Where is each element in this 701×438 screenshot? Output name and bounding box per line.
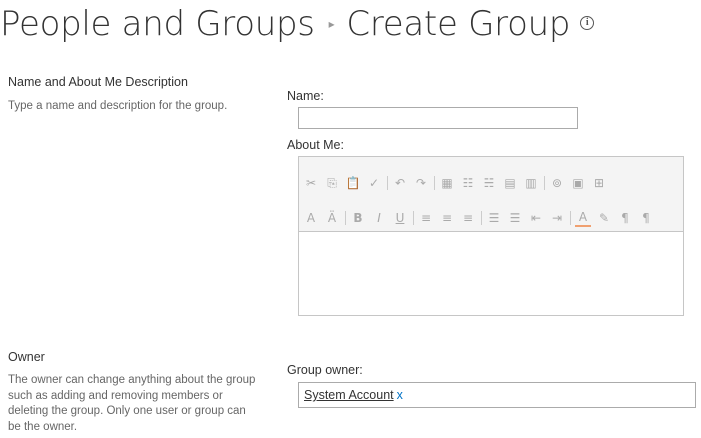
remove-owner-icon[interactable]: x [397,388,403,402]
owner-section-title: Owner [8,350,45,364]
page-title-bar: People and Groups ▸ Create Group i [0,2,595,46]
highlight-icon[interactable]: ✎ [596,210,612,226]
insert-link-icon[interactable]: ⊚ [549,175,565,191]
numbered-list-icon[interactable]: ☰ [486,210,502,226]
redo-icon[interactable]: ↷ [413,175,429,191]
text-style-icon[interactable]: Ä [324,210,340,226]
toolbar-separator [345,211,346,225]
owner-entity[interactable]: System Account [304,388,394,402]
about-me-textarea[interactable] [299,231,683,315]
undo-icon[interactable]: ↶ [392,175,408,191]
name-input[interactable] [298,107,578,129]
insert-row-icon[interactable]: ☷ [460,175,476,191]
editor-toolbar: ✂ ⎘ 📋 ✓ ↶ ↷ ▦ ☷ ☵ ▤ ▥ ⊚ ▣ ⊞ A Ä B I U ≡ ≡ ≡ ☰ ☰ ⇤ ⇥ A ✎ ¶ ¶ [299,157,683,232]
toolbar-separator [544,176,545,190]
info-icon[interactable]: i [580,15,595,30]
name-section-description: Type a name and description for the grou… [8,100,228,112]
copy-icon[interactable]: ⎘ [324,175,340,191]
align-center-icon[interactable]: ≡ [439,210,455,226]
text-color-icon[interactable]: A [575,209,591,227]
rtl-icon[interactable]: ¶ [638,210,654,226]
breadcrumb-separator-icon: ▸ [328,16,335,31]
toolbar-separator [413,211,414,225]
toolbar-separator [570,211,571,225]
owner-section-description: The owner can change anything about the … [8,374,256,433]
toolbar-separator [481,211,482,225]
bullet-list-icon[interactable]: ☰ [507,210,523,226]
underline-icon[interactable]: U [392,210,408,226]
group-owner-field[interactable]: System Account x [298,382,696,408]
ltr-icon[interactable]: ¶ [617,210,633,226]
increase-indent-icon[interactable]: ⇥ [549,210,565,226]
insert-table-icon[interactable]: ▦ [439,175,455,191]
about-me-label: About Me: [287,138,344,152]
table-properties-icon[interactable]: ▤ [502,175,518,191]
toolbar-row-1: ✂ ⎘ 📋 ✓ ↶ ↷ ▦ ☷ ☵ ▤ ▥ ⊚ ▣ ⊞ [303,173,612,193]
cut-icon[interactable]: ✂ [303,175,319,191]
align-left-icon[interactable]: ≡ [418,210,434,226]
toolbar-separator [387,176,388,190]
breadcrumb-root[interactable]: People and Groups [0,4,315,44]
name-section-title: Name and About Me Description [8,75,188,89]
cell-properties-icon[interactable]: ▥ [523,175,539,191]
decrease-indent-icon[interactable]: ⇤ [528,210,544,226]
name-label: Name: [287,89,324,103]
insert-image-icon[interactable]: ▣ [570,175,586,191]
about-me-editor: ✂ ⎘ 📋 ✓ ↶ ↷ ▦ ☷ ☵ ▤ ▥ ⊚ ▣ ⊞ A Ä B I U ≡ ≡ ≡ ☰ ☰ ⇤ ⇥ A ✎ ¶ ¶ [298,156,684,316]
font-size-icon[interactable]: A [303,210,319,226]
table-grid-icon[interactable]: ⊞ [591,175,607,191]
toolbar-separator [434,176,435,190]
italic-icon[interactable]: I [371,210,387,226]
spellcheck-icon[interactable]: ✓ [366,175,382,191]
align-right-icon[interactable]: ≡ [460,210,476,226]
paste-icon[interactable]: 📋 [345,175,361,191]
insert-column-icon[interactable]: ☵ [481,175,497,191]
page-title: Create Group [346,4,571,44]
toolbar-row-2: A Ä B I U ≡ ≡ ≡ ☰ ☰ ⇤ ⇥ A ✎ ¶ ¶ [303,208,659,228]
group-owner-label: Group owner: [287,363,363,377]
bold-icon[interactable]: B [350,210,366,226]
